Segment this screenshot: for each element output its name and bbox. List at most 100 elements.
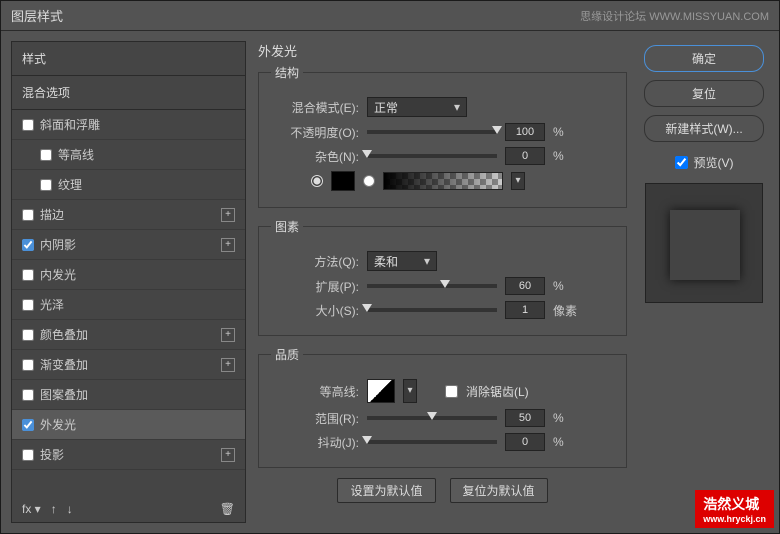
sidebar-blend-options[interactable]: 混合选项 <box>12 76 245 110</box>
add-effect-icon[interactable]: + <box>221 238 235 252</box>
new-style-button[interactable]: 新建样式(W)... <box>644 115 764 142</box>
jitter-input[interactable]: 0 <box>505 433 545 451</box>
sidebar-item-1[interactable]: 等高线 <box>12 140 245 170</box>
opacity-slider[interactable] <box>367 130 497 134</box>
preview-checkbox[interactable] <box>675 156 688 169</box>
sidebar-item-checkbox[interactable] <box>40 179 52 191</box>
gradient-dropdown-icon[interactable]: ▾ <box>511 172 525 190</box>
noise-input[interactable]: 0 <box>505 147 545 165</box>
elements-legend: 图素 <box>271 218 303 235</box>
range-slider[interactable] <box>367 416 497 420</box>
add-effect-icon[interactable]: + <box>221 328 235 342</box>
blend-mode-select[interactable]: 正常 <box>367 97 467 117</box>
opacity-input[interactable]: 100 <box>505 123 545 141</box>
make-default-button[interactable]: 设置为默认值 <box>337 478 435 503</box>
sidebar-item-checkbox[interactable] <box>22 389 34 401</box>
color-radio[interactable] <box>311 175 323 187</box>
sidebar-item-checkbox[interactable] <box>22 359 34 371</box>
sidebar-item-2[interactable]: 纹理 <box>12 170 245 200</box>
sidebar-item-label: 内阴影 <box>40 236 221 253</box>
sidebar-item-11[interactable]: 投影+ <box>12 440 245 470</box>
antialias-checkbox[interactable] <box>445 385 458 398</box>
sidebar-item-checkbox[interactable] <box>22 449 34 461</box>
sidebar-item-checkbox[interactable] <box>40 149 52 161</box>
sidebar-item-0[interactable]: 斜面和浮雕 <box>12 110 245 140</box>
sidebar-item-checkbox[interactable] <box>22 419 34 431</box>
sidebar-item-5[interactable]: 内发光 <box>12 260 245 290</box>
layer-style-dialog: 图层样式 思缘设计论坛 WWW.MISSYUAN.COM 样式 混合选项 斜面和… <box>0 0 780 534</box>
jitter-unit: % <box>553 435 583 449</box>
sidebar-item-8[interactable]: 渐变叠加+ <box>12 350 245 380</box>
elements-group: 图素 方法(Q): 柔和 扩展(P): 60 % 大小(S): 1 像素 <box>258 218 627 336</box>
move-up-icon[interactable]: ↑ <box>51 502 57 516</box>
range-unit: % <box>553 411 583 425</box>
sidebar-item-4[interactable]: 内阴影+ <box>12 230 245 260</box>
jitter-label: 抖动(J): <box>271 434 359 451</box>
sidebar-item-checkbox[interactable] <box>22 239 34 251</box>
preview-swatch <box>670 210 740 280</box>
fx-menu[interactable]: fx ▾ <box>22 502 41 516</box>
sidebar-item-7[interactable]: 颜色叠加+ <box>12 320 245 350</box>
gradient-picker[interactable] <box>383 172 503 190</box>
move-down-icon[interactable]: ↓ <box>67 502 73 516</box>
method-select[interactable]: 柔和 <box>367 251 437 271</box>
size-label: 大小(S): <box>271 302 359 319</box>
sidebar-item-label: 光泽 <box>40 296 235 313</box>
structure-legend: 结构 <box>271 64 303 81</box>
reset-default-button[interactable]: 复位为默认值 <box>450 478 548 503</box>
main-panel: 外发光 结构 混合模式(E): 正常 不透明度(O): 100 % 杂色(N):… <box>252 41 633 523</box>
noise-unit: % <box>553 149 583 163</box>
trash-icon[interactable]: 🗑 <box>220 502 235 516</box>
ok-button[interactable]: 确定 <box>644 45 764 72</box>
sidebar-item-label: 斜面和浮雕 <box>40 116 235 133</box>
sidebar-item-6[interactable]: 光泽 <box>12 290 245 320</box>
titlebar-credit: 思缘设计论坛 WWW.MISSYUAN.COM <box>580 8 769 24</box>
spread-slider[interactable] <box>367 284 497 288</box>
sidebar-item-checkbox[interactable] <box>22 299 34 311</box>
sidebar-item-label: 内发光 <box>40 266 235 283</box>
styles-sidebar: 样式 混合选项 斜面和浮雕等高线纹理描边+内阴影+内发光光泽颜色叠加+渐变叠加+… <box>11 41 246 523</box>
sidebar-item-checkbox[interactable] <box>22 269 34 281</box>
sidebar-item-checkbox[interactable] <box>22 329 34 341</box>
sidebar-item-label: 图案叠加 <box>40 386 235 403</box>
sidebar-item-checkbox[interactable] <box>22 119 34 131</box>
quality-legend: 品质 <box>271 346 303 363</box>
add-effect-icon[interactable]: + <box>221 208 235 222</box>
jitter-slider[interactable] <box>367 440 497 444</box>
method-label: 方法(Q): <box>271 253 359 270</box>
sidebar-item-9[interactable]: 图案叠加 <box>12 380 245 410</box>
contour-dropdown-icon[interactable]: ▾ <box>403 379 417 403</box>
size-slider[interactable] <box>367 308 497 312</box>
spread-unit: % <box>553 279 583 293</box>
structure-group: 结构 混合模式(E): 正常 不透明度(O): 100 % 杂色(N): 0 % <box>258 64 627 208</box>
size-input[interactable]: 1 <box>505 301 545 319</box>
sidebar-item-checkbox[interactable] <box>22 209 34 221</box>
noise-slider[interactable] <box>367 154 497 158</box>
dialog-body: 样式 混合选项 斜面和浮雕等高线纹理描边+内阴影+内发光光泽颜色叠加+渐变叠加+… <box>1 31 779 533</box>
sidebar-item-label: 颜色叠加 <box>40 326 221 343</box>
add-effect-icon[interactable]: + <box>221 358 235 372</box>
titlebar: 图层样式 思缘设计论坛 WWW.MISSYUAN.COM <box>1 1 779 31</box>
sidebar-item-10[interactable]: 外发光 <box>12 410 245 440</box>
sidebar-styles-header[interactable]: 样式 <box>12 42 245 76</box>
sidebar-item-3[interactable]: 描边+ <box>12 200 245 230</box>
add-effect-icon[interactable]: + <box>221 448 235 462</box>
range-label: 范围(R): <box>271 410 359 427</box>
watermark: 浩然义城 www.hryckj.cn <box>695 490 774 528</box>
opacity-unit: % <box>553 125 583 139</box>
color-swatch[interactable] <box>331 171 355 191</box>
blend-mode-label: 混合模式(E): <box>271 99 359 116</box>
sidebar-item-label: 描边 <box>40 206 221 223</box>
antialias-label: 消除锯齿(L) <box>466 383 529 400</box>
quality-group: 品质 等高线: ▾ 消除锯齿(L) 范围(R): 50 % 抖动(J): <box>258 346 627 468</box>
watermark-sub: www.hryckj.cn <box>703 514 766 524</box>
reset-button[interactable]: 复位 <box>644 80 764 107</box>
contour-picker[interactable] <box>367 379 395 403</box>
spread-input[interactable]: 60 <box>505 277 545 295</box>
opacity-label: 不透明度(O): <box>271 124 359 141</box>
gradient-radio[interactable] <box>363 175 375 187</box>
sidebar-item-label: 外发光 <box>40 416 235 433</box>
effect-title: 外发光 <box>258 41 627 60</box>
sidebar-item-label: 渐变叠加 <box>40 356 221 373</box>
range-input[interactable]: 50 <box>505 409 545 427</box>
